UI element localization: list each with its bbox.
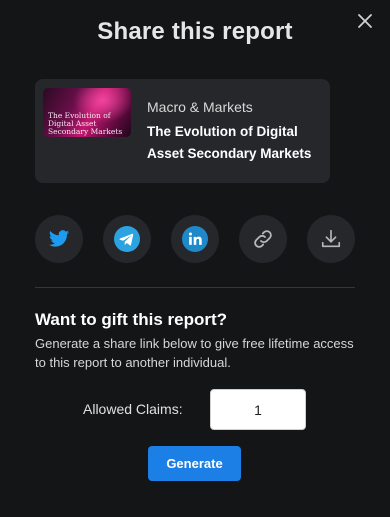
download-icon: [321, 229, 341, 248]
share-buttons-row: [35, 215, 355, 263]
modal-title: Share this report: [97, 18, 293, 45]
report-thumbnail: The Evolution of Digital Asset Secondary…: [43, 88, 131, 137]
gift-description: Generate a share link below to give free…: [35, 336, 354, 370]
close-icon: [358, 14, 372, 28]
link-icon: [254, 230, 272, 248]
report-title: The Evolution of Digital Asset Secondary…: [147, 124, 312, 161]
report-category: Macro & Markets: [147, 99, 253, 115]
report-card: The Evolution of Digital Asset Secondary…: [35, 79, 330, 183]
section-divider: [35, 287, 355, 288]
share-linkedin-button[interactable]: [171, 215, 219, 263]
close-button[interactable]: [354, 10, 376, 32]
gift-heading: Want to gift this report?: [35, 310, 228, 329]
allowed-claims-input[interactable]: [210, 389, 306, 430]
download-button[interactable]: [307, 215, 355, 263]
linkedin-icon: [182, 226, 208, 252]
share-twitter-button[interactable]: [35, 215, 83, 263]
twitter-icon: [48, 230, 70, 247]
share-telegram-button[interactable]: [103, 215, 151, 263]
report-thumbnail-text: The Evolution of Digital Asset Secondary…: [48, 111, 123, 136]
allowed-claims-label: Allowed Claims:: [83, 401, 183, 417]
telegram-icon: [114, 226, 140, 252]
generate-button[interactable]: Generate: [148, 446, 241, 481]
copy-link-button[interactable]: [239, 215, 287, 263]
